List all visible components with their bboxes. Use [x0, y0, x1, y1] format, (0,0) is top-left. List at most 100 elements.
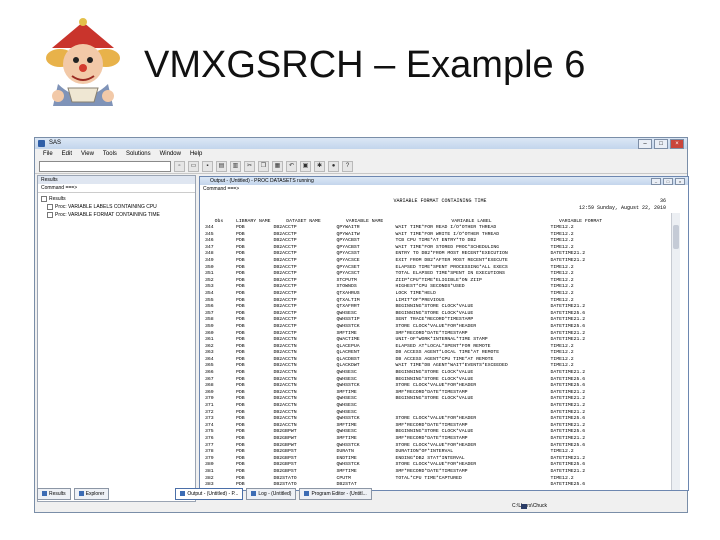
menu-window[interactable]: Window: [160, 149, 181, 159]
menu-help[interactable]: Help: [190, 149, 202, 159]
paste-icon[interactable]: ▦: [272, 160, 283, 172]
cell-library: PDB: [236, 350, 245, 356]
cell-obs: 354: [205, 290, 214, 296]
command-box[interactable]: [39, 160, 171, 172]
open-icon[interactable]: ▭: [188, 160, 199, 172]
output-maximize-button[interactable]: □: [663, 178, 673, 185]
cell-variable-name: QWHSSTCK: [336, 416, 360, 422]
cell-variable-label: BEGINNING*STORE CLOCK*VALUE: [395, 370, 474, 376]
run-icon[interactable]: ✱: [314, 160, 325, 172]
tree-item-proc-time[interactable]: Proc: VARIABLE FORMAT CONTAINING TIME: [41, 211, 192, 219]
tab-log[interactable]: Log - (Untitled): [246, 487, 297, 500]
cell-variable-label: DB ACCESS AGENT*LOCAL TIME*AT REMOTE: [395, 350, 500, 356]
menu-bar: File Edit View Tools Solutions Window He…: [35, 149, 687, 159]
menu-edit[interactable]: Edit: [62, 149, 72, 159]
table-row: 353 PDB DB2ACCTP STOWNDS HIGHEST*CPU SECONDS…: [202, 284, 611, 291]
cell-variable-name: QPYACSCT: [336, 271, 360, 277]
col-header-variable-format: VARIABLE FORMAT: [558, 219, 603, 224]
table-row: 349 PDB DB2ACCTP QPYACSCE EXIT FROM DB2*AFTE…: [202, 258, 611, 265]
status-bar: C:\Users\Chuck: [35, 501, 687, 512]
cell-variable-label: STORE CLOCK*VALUE*FOR*HEADER: [395, 416, 477, 422]
table-row: 358 PDB DB2ACCTP QWHSSTIP SENT TRACE*RECORD*…: [202, 317, 611, 324]
output-minimize-button[interactable]: –: [651, 178, 661, 185]
table-row: 354 PDB DB2ACCTP QTXAHRUS LOCK TIME*HELD TIME…: [202, 291, 611, 298]
tab-program-editor[interactable]: Program Editor - (Untitl...: [299, 487, 372, 500]
cell-variable-format: TIME12.2: [550, 225, 574, 230]
stop-icon[interactable]: ●: [328, 160, 339, 172]
cell-obs: 349: [205, 257, 214, 263]
cell-library: PDB: [236, 449, 245, 455]
menu-tools[interactable]: Tools: [103, 149, 117, 159]
col-header-library: LIBRARY NAME: [236, 219, 271, 224]
cell-obs: 363: [205, 350, 214, 356]
cell-variable-name: QWHSESC: [336, 403, 357, 409]
table-row: 380 PDB DB2GBPST QWHSSTCK STORE CLOCK*VALUE*…: [202, 462, 611, 469]
report-title: VARIABLE FORMAT CONTAINING TIME: [393, 198, 487, 204]
cell-library: PDB: [236, 429, 245, 435]
scrollbar-thumb[interactable]: [673, 225, 679, 249]
help-icon[interactable]: ?: [342, 160, 353, 172]
col-header-variable-name: VARIABLE NAME: [345, 219, 384, 224]
cell-variable-name: QPYACSCE: [336, 257, 360, 263]
table-row: 361 PDB DB2ACCTN QWACTIME UNIT-OF*WORK*INTER…: [202, 337, 611, 344]
cell-obs: 371: [205, 403, 214, 409]
menu-file[interactable]: File: [43, 149, 53, 159]
tab-results[interactable]: Results: [37, 487, 71, 500]
tree-item-results[interactable]: Results: [41, 195, 192, 203]
expand-icon[interactable]: [47, 203, 53, 210]
output-icon: [180, 491, 186, 496]
print-icon[interactable]: ▤: [216, 160, 227, 172]
close-button[interactable]: ×: [670, 139, 684, 149]
tab-output[interactable]: Output - (Untitled) - P...: [175, 487, 244, 500]
cell-variable-format: DATETIME25.6: [550, 429, 586, 435]
cell-variable-format: TIME12.2: [550, 350, 574, 356]
table-row: 356 PDB DB2ACCTP QTXAFRRT BEGINNING*STORE CL…: [202, 304, 611, 311]
cell-variable-label: BEGINNING*STORE CLOCK*VALUE: [395, 396, 474, 402]
cell-dataset: DB2ACCTP: [273, 317, 297, 323]
cell-variable-name: QPYWAITR: [336, 225, 360, 230]
output-scrollbar[interactable]: [671, 213, 680, 490]
table-row: 363 PDB DB2ACCTN QLACRENT DB ACCESS AGENT*LO…: [202, 350, 611, 357]
col-header-variable-label: VARIABLE LABEL: [451, 219, 492, 224]
cell-library: PDB: [236, 304, 245, 310]
table-row: 359 PDB DB2ACCTP QWHSSTCK STORE CLOCK*VALUE*…: [202, 324, 611, 331]
cell-dataset: DB2ACCTP: [273, 225, 297, 230]
cell-variable-label: STORE CLOCK*VALUE*FOR*HEADER: [395, 383, 477, 389]
expand-icon[interactable]: [47, 211, 53, 218]
maximize-button[interactable]: □: [654, 139, 668, 149]
tab-explorer[interactable]: Explorer: [73, 487, 110, 500]
cell-variable-format: TIME12.2: [550, 238, 574, 244]
cell-obs: 348: [205, 251, 214, 257]
menu-view[interactable]: View: [81, 149, 94, 159]
window-title: SAS: [49, 140, 62, 146]
cell-variable-label: BEGINNING*STORE CLOCK*VALUE: [395, 429, 474, 435]
cell-variable-format: TIME12.2: [550, 449, 574, 455]
tree-item-proc-cpu[interactable]: Proc: VARIABLE LABELS CONTAINING CPU: [41, 203, 192, 211]
save-icon[interactable]: ▪: [202, 160, 213, 172]
cell-obs: 358: [205, 317, 214, 323]
menu-solutions[interactable]: Solutions: [126, 149, 151, 159]
copy-icon[interactable]: ❐: [258, 160, 269, 172]
cell-variable-format: DATETIME21.2: [550, 436, 586, 441]
expand-icon[interactable]: [41, 195, 47, 202]
cell-variable-format: DATETIME21.2: [550, 403, 586, 409]
undo-icon[interactable]: ↶: [286, 160, 297, 172]
output-close-button[interactable]: ×: [675, 178, 685, 185]
cell-dataset: DB2GBPST: [273, 468, 297, 474]
explorer-icon[interactable]: ▣: [300, 160, 311, 172]
cell-library: PDB: [236, 416, 245, 422]
window-titlebar: SAS – □ ×: [35, 138, 687, 149]
table-row: 382 PDB DB2STATO CPUTM TOTAL*CPU TIME*CAPTUR…: [202, 476, 611, 483]
cell-library: PDB: [236, 271, 245, 277]
table-row: 370 PDB DB2ACCTN QWHSESC BEGINNING*STORE CLO…: [202, 396, 611, 403]
new-icon[interactable]: ▫: [174, 160, 185, 172]
minimize-button[interactable]: –: [638, 139, 652, 149]
variables-table: Obs LIBRARY NAME DATASET NAME VARIABLE N…: [202, 213, 611, 489]
results-tree: Results Proc: VARIABLE LABELS CONTAINING…: [38, 193, 195, 221]
preview-icon[interactable]: ▥: [230, 160, 241, 172]
cell-dataset: DB2ACCTP: [273, 284, 297, 290]
cell-obs: 366: [205, 370, 214, 376]
cell-dataset: DB2ACCTP: [273, 257, 297, 263]
cell-variable-format: DATETIME21.2: [550, 251, 586, 257]
cut-icon[interactable]: ✂: [244, 160, 255, 172]
